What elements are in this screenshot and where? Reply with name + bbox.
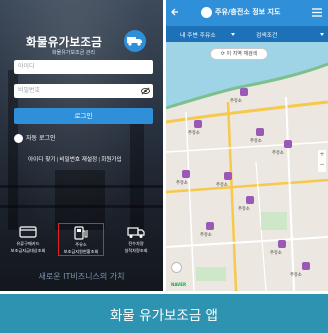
reset-password-link[interactable]: 비밀번호 재설정	[59, 157, 97, 163]
menu-label: 보조금지원현황조회	[63, 249, 99, 255]
login-button[interactable]: 로그인	[14, 108, 153, 124]
background-structure	[55, 170, 105, 230]
filter-bar: 내 주변 주유소 검색조건	[166, 26, 328, 42]
gas-station-label: 주유소	[270, 251, 282, 256]
gas-station-icon	[74, 226, 88, 240]
zoom-out-icon[interactable]: −	[318, 160, 326, 170]
gas-station-pin[interactable]	[206, 222, 214, 230]
research-area-label: 이 지역 재검색	[226, 51, 258, 57]
tagline: 새로운 IT비즈니스의 가치	[38, 272, 125, 281]
menu-label: 보조금지급대상조회	[10, 248, 46, 254]
gas-station-label: 주유소	[200, 233, 212, 238]
truck-logo-icon	[124, 30, 146, 52]
menu-vehicle[interactable]: 전수차량 실적차량조회	[112, 225, 160, 254]
gas-station-label: 주유소	[176, 181, 188, 186]
gas-station-label: 주유소	[216, 183, 228, 188]
zoom-control[interactable]: + −	[318, 150, 326, 172]
id-input[interactable]: 아이디	[14, 60, 153, 74]
map-header: 주유/충전소 정보 지도	[166, 0, 328, 26]
naver-logo: NAVER	[171, 282, 187, 287]
password-placeholder: 비밀번호	[18, 87, 41, 94]
map-screen: 주유/충전소 정보 지도 내 주변 주유소 검색조건 ⟳ 이 지역 재검색 주유…	[166, 0, 328, 291]
menu-fuel-card[interactable]: 유류구매카드 보조금지급대상조회	[4, 225, 52, 254]
vehicle-icon	[127, 227, 145, 238]
gas-station-label: 주유소	[188, 131, 200, 136]
menu-label: 전수차량	[128, 241, 144, 246]
find-id-link[interactable]: 아이디 찾기	[28, 157, 56, 163]
back-arrow-icon[interactable]	[170, 7, 180, 17]
map-view[interactable]	[166, 42, 328, 291]
park-area	[261, 212, 287, 230]
gas-station-pin[interactable]	[240, 88, 248, 96]
chevron-down-icon	[320, 33, 324, 36]
gas-station-pin[interactable]	[246, 196, 254, 204]
locate-me-icon[interactable]	[171, 262, 182, 273]
gas-station-pin[interactable]	[256, 128, 264, 136]
nearby-filter[interactable]: 내 주변 주유소	[180, 30, 216, 39]
zoom-in-icon[interactable]: +	[318, 150, 326, 160]
eye-icon[interactable]	[141, 87, 150, 95]
gas-station-pin[interactable]	[278, 240, 286, 248]
map-canvas	[166, 42, 328, 291]
park-area	[196, 267, 226, 281]
gas-station-label: 주유소	[272, 151, 284, 156]
auto-login-checkbox[interactable]	[14, 134, 23, 143]
id-placeholder: 아이디	[18, 63, 35, 70]
chevron-down-icon	[231, 33, 235, 36]
password-input[interactable]: 비밀번호	[14, 84, 153, 98]
app-subtitle: 화물유가보조금 관리	[52, 50, 95, 56]
gas-station-label: 주유소	[230, 99, 242, 104]
background-pipe	[0, 185, 163, 188]
gas-station-pin[interactable]	[182, 170, 190, 178]
menu-label: 실적차량조회	[124, 248, 148, 254]
gas-station-label: 주유소	[250, 139, 262, 144]
gas-station-pin[interactable]	[194, 120, 202, 128]
card-icon	[19, 226, 37, 238]
gas-station-pin[interactable]	[302, 262, 310, 270]
gas-station-label: 주유소	[290, 273, 302, 278]
background-pipe	[0, 205, 163, 208]
caption-text: 화물 유가보조금 앱	[110, 308, 218, 324]
login-screen: 화물유가보조금 화물유가보조금 관리 아이디 비밀번호 로그인 자동 로그인 아…	[0, 0, 163, 291]
map-title: 주유/충전소 정보 지도	[215, 8, 281, 16]
list-icon[interactable]	[312, 8, 322, 17]
account-links: 아이디 찾기|비밀번호 재설정|회원가입	[28, 155, 122, 163]
menu-label: 주유소	[75, 242, 87, 247]
search-filter[interactable]: 검색조건	[256, 30, 277, 39]
menu-gas-station[interactable]: 주유소 보조금지원현황조회	[58, 223, 104, 256]
gas-station-pin[interactable]	[284, 140, 292, 148]
refresh-icon: ⟳	[220, 51, 225, 57]
app-title: 화물유가보조금	[26, 35, 103, 49]
signup-link[interactable]: 회원가입	[101, 157, 122, 163]
background-structure	[130, 110, 144, 230]
research-area-button[interactable]: ⟳ 이 지역 재검색	[210, 48, 268, 60]
gas-station-label: 주유소	[238, 207, 250, 212]
brand-header: 화물유가보조금 화물유가보조금 관리	[26, 30, 146, 56]
auto-login-label: 자동 로그인	[26, 135, 56, 142]
menu-label: 유류구매카드	[16, 241, 40, 246]
gas-station-pin[interactable]	[224, 172, 232, 180]
caption-bar: 화물 유가보조금 앱	[0, 294, 328, 333]
gas-pump-icon	[201, 7, 212, 18]
